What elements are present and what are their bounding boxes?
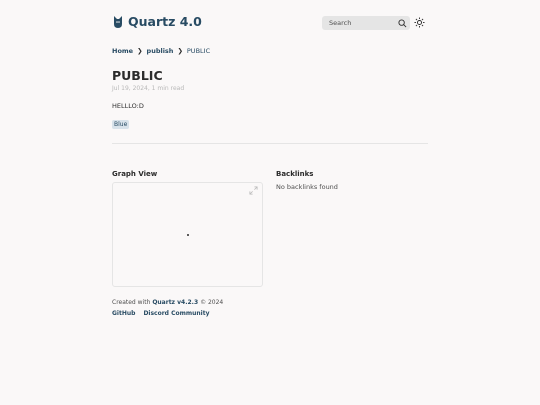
footer-created-prefix: Created with <box>112 299 151 306</box>
quartz-logo-icon <box>114 15 122 28</box>
footer-quartz-link[interactable]: Quartz v4.2.3 <box>152 299 198 306</box>
backlinks-heading: Backlinks <box>276 170 314 178</box>
footer-link-discord[interactable]: Discord Community <box>143 310 209 317</box>
sun-icon[interactable] <box>414 17 425 28</box>
breadcrumb-publish[interactable]: publish <box>147 47 174 55</box>
footer-year: © 2024 <box>200 299 224 306</box>
breadcrumb-separator: ❯ <box>137 47 143 55</box>
article-meta: Jul 19, 2024, 1 min read <box>112 85 185 92</box>
footer-link-github[interactable]: GitHub <box>112 310 135 317</box>
footer-credit: Created with Quartz v4.2.3 © 2024 <box>112 299 223 306</box>
search-icon <box>398 18 407 27</box>
tag-link[interactable]: Blue <box>112 120 130 129</box>
search-button[interactable]: Search <box>322 16 410 30</box>
page-title: PUBLIC <box>112 68 163 83</box>
breadcrumb-current: PUBLIC <box>186 47 211 55</box>
site-title-text[interactable]: Quartz 4.0 <box>128 14 202 29</box>
graph-view-heading: Graph View <box>112 170 158 178</box>
graph-view-canvas[interactable] <box>112 182 263 287</box>
footer-links: GitHub Discord Community <box>112 310 209 317</box>
breadcrumb-home[interactable]: Home <box>112 47 133 55</box>
breadcrumb-separator: ❯ <box>177 47 183 55</box>
breadcrumb: Home ❯ publish ❯ PUBLIC <box>112 47 210 55</box>
search-label: Search <box>329 19 352 27</box>
content-divider <box>112 143 428 144</box>
graph-node[interactable] <box>187 234 189 236</box>
backlinks-empty-text: No backlinks found <box>276 183 338 191</box>
site-title[interactable]: Quartz 4.0 <box>112 14 202 29</box>
expand-graph-icon[interactable] <box>249 186 258 195</box>
article-body: HELLLO:D <box>112 102 144 110</box>
